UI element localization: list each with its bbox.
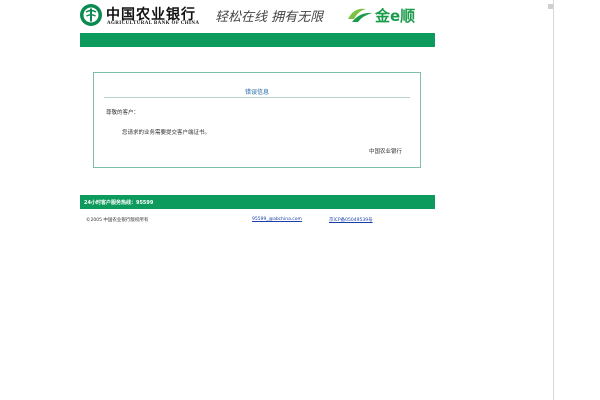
notice-divider [104, 97, 410, 98]
scrollbar-track[interactable] [553, 0, 554, 400]
notice-signature: 中国农业银行 [368, 149, 402, 155]
brand-logo: 金e顺 [346, 4, 415, 26]
hotline-text: 24小时客户服务热线：95599 [84, 200, 154, 206]
notice-greeting: 尊敬的客户： [106, 110, 140, 116]
slogan: 轻松在线 拥有无限 [215, 10, 324, 25]
abc-bank-logo-icon [80, 4, 102, 26]
notice-title: 错误信息 [244, 89, 269, 96]
copyright-text: ©2005 中国农业银行版权所有 [86, 218, 149, 223]
brand-name: 金e顺 [375, 6, 416, 25]
bank-name-en: AGRICULTURAL BANK OF CHINA [107, 21, 200, 26]
scrollbar-arrow[interactable] [548, 4, 553, 9]
icp-license-link[interactable]: 京ICP备05049539号 [329, 217, 373, 223]
contact-email-link[interactable]: 95599_@abchina.com [252, 217, 302, 222]
page: 中国农业银行 AGRICULTURAL BANK OF CHINA 轻松在线 拥… [0, 0, 600, 400]
notice-message: 您请求的业务需要提交客户端证书。 [122, 130, 211, 136]
swoosh-logo-icon [348, 8, 372, 22]
hotline-bar: 24小时客户服务热线：95599 [80, 195, 435, 209]
error-notice-box: 错误信息 尊敬的客户： 您请求的业务需要提交客户端证书。 中国农业银行 [93, 72, 421, 168]
header-bar [80, 33, 435, 47]
